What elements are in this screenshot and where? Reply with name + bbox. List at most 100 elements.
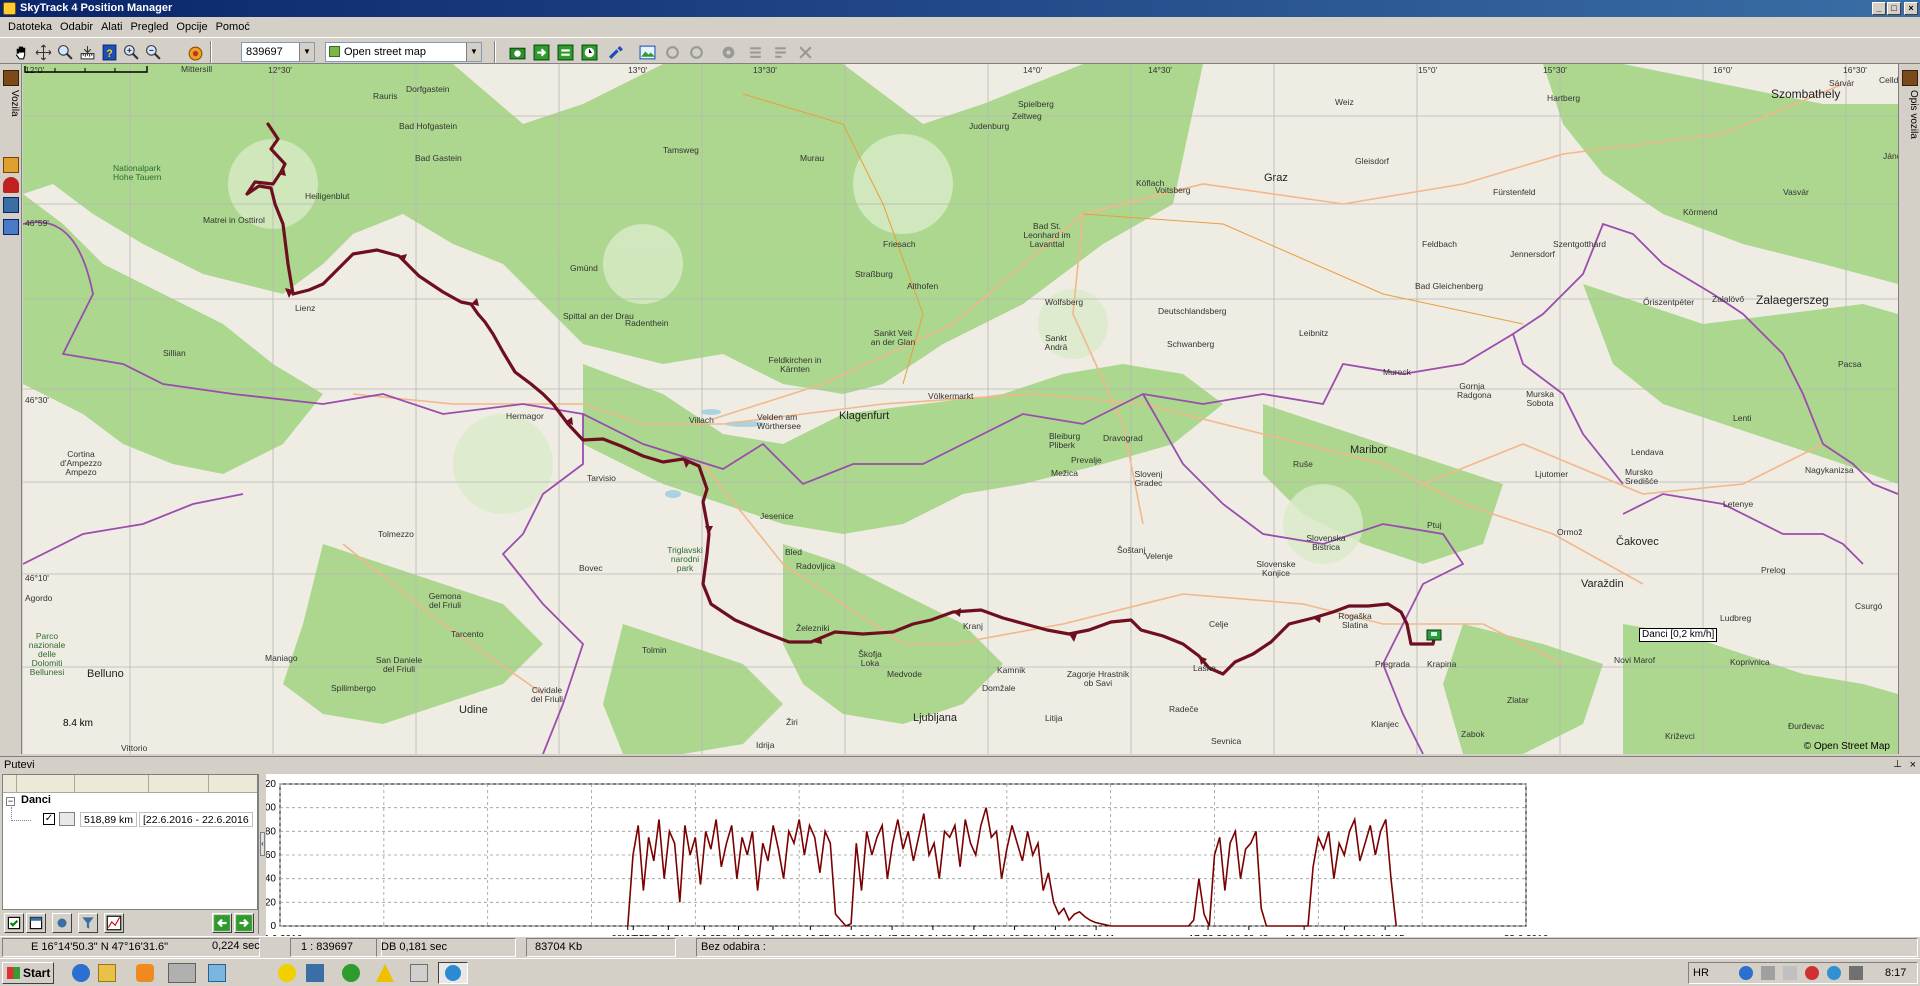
speed-chart[interactable]: 0204060801001206:41:556:48:157:28:518:10… (258, 774, 1920, 945)
collapse-icon[interactable]: − (6, 797, 15, 806)
tab-vehicles[interactable]: Vozila (2, 90, 20, 117)
package-icon[interactable] (3, 157, 19, 173)
chart-button[interactable] (104, 913, 124, 933)
place-label: Spielberg (1018, 99, 1054, 109)
map-source-combo[interactable]: Open street map ▼ (325, 42, 482, 62)
tray-icon-misc[interactable] (1849, 966, 1863, 980)
taskbar: Start HR 8:17 (0, 958, 1920, 986)
place-label: Radovljica (796, 561, 836, 571)
map-copyright: © Open Street Map (1803, 741, 1890, 752)
routes-tree: − Danci ✓ 518,89 km [22.6.2016 - 22.6.20… (2, 774, 258, 910)
language-indicator[interactable]: HR (1693, 963, 1709, 983)
disabled-tool-3[interactable] (718, 42, 738, 62)
app-icon-2[interactable] (306, 964, 324, 982)
tray-icon-security[interactable] (1805, 966, 1819, 980)
measure-tool[interactable] (77, 42, 97, 62)
vehicle-icon[interactable] (3, 70, 19, 86)
zoom-tool[interactable] (55, 42, 75, 62)
chart-icon (106, 915, 122, 931)
vehicle-label[interactable]: Danci [0,2 km/h] (1639, 628, 1718, 642)
route-checkbox[interactable]: ✓ (43, 813, 55, 825)
browser-icon[interactable] (72, 964, 90, 982)
refresh-button[interactable] (555, 42, 575, 62)
place-label: Feldkirchen in Kärnten (768, 355, 822, 374)
disabled-tool-4[interactable] (745, 42, 765, 62)
menu-odabir[interactable]: Odabir (56, 18, 97, 37)
tree-group-danci[interactable]: Danci (21, 794, 51, 806)
chevron-down-icon[interactable]: ▼ (466, 43, 481, 61)
go-forward-button[interactable] (531, 42, 551, 62)
route-distance[interactable]: 518,89 km (80, 812, 138, 827)
select-button[interactable] (26, 913, 46, 933)
panel-splitter[interactable]: ‹ (258, 774, 266, 934)
pin-icon[interactable]: ⊥ (1893, 757, 1902, 773)
disabled-tool-5[interactable] (770, 42, 790, 62)
desktop-icon[interactable] (208, 964, 226, 982)
rss-icon[interactable] (3, 219, 19, 235)
skytrack-task-icon[interactable] (168, 963, 196, 983)
check-all-button[interactable] (4, 913, 24, 933)
history-button[interactable] (579, 42, 599, 62)
tray-icon-usb[interactable] (1761, 966, 1775, 980)
description-icon[interactable] (1902, 70, 1918, 86)
app-icon-4[interactable] (410, 964, 428, 982)
start-button[interactable]: Start (2, 962, 54, 984)
status-mem: 83704 Kb (526, 938, 676, 957)
system-tray: HR 8:17 (1688, 962, 1918, 984)
checkbox-icon (7, 916, 21, 930)
tray-icon-network[interactable] (1739, 966, 1753, 980)
map-scale-bar (24, 66, 148, 73)
prev-button[interactable] (212, 913, 232, 933)
app-icon-3[interactable] (342, 964, 360, 982)
route-dates[interactable]: [22.6.2016 - 22.6.2016 (139, 812, 253, 827)
zoom-in-button[interactable] (121, 42, 141, 62)
close-button[interactable]: × (1904, 2, 1918, 15)
menu-opcije[interactable]: Opcije (172, 18, 211, 37)
clock[interactable]: 8:17 (1885, 963, 1906, 983)
tray-icon-update[interactable] (1827, 966, 1841, 980)
close-icon[interactable]: × (1910, 757, 1916, 773)
minimize-button[interactable]: _ (1872, 2, 1886, 15)
window-title: SkyTrack 4 Position Manager (20, 2, 173, 14)
next-button[interactable] (234, 913, 254, 933)
grid-label: 12°30' (268, 65, 292, 75)
info-tool[interactable]: ? (99, 42, 119, 62)
menu-pomoc[interactable]: Pomoć (212, 18, 254, 37)
move-tool[interactable] (33, 42, 53, 62)
app-icon-1[interactable] (278, 964, 296, 982)
vehicle-position-button[interactable] (507, 42, 527, 62)
tab-vehicle-description[interactable]: Opis vozila (1901, 90, 1919, 139)
place-label: Bleiburg Pliberk (1049, 431, 1081, 450)
magnifier-icon (57, 44, 73, 60)
maximize-button[interactable]: □ (1887, 2, 1901, 15)
menu-pregled[interactable]: Pregled (126, 18, 172, 37)
disabled-tool-1[interactable] (662, 42, 682, 62)
scale-combo[interactable]: 839697 ▼ (241, 42, 315, 62)
pin-icon[interactable] (3, 177, 19, 193)
export-image-button[interactable] (637, 42, 657, 62)
disabled-tool-2[interactable] (686, 42, 706, 62)
pan-hand-tool[interactable] (11, 42, 31, 62)
menu-alati[interactable]: Alati (97, 18, 126, 37)
zoom-out-button[interactable] (143, 42, 163, 62)
tree-buttons (2, 912, 258, 934)
chevron-down-icon[interactable]: ▼ (299, 43, 314, 61)
layers-icon[interactable] (3, 197, 19, 213)
active-task-button[interactable] (438, 962, 468, 984)
menu-datoteka[interactable]: Datoteka (4, 18, 56, 37)
place-label: Sillian (163, 348, 186, 358)
warning-icon[interactable] (376, 964, 394, 982)
tools-button[interactable] (606, 42, 626, 62)
disabled-tool-6[interactable] (795, 42, 815, 62)
place-label: Sankt Veit an der Glan (870, 328, 916, 347)
folder-icon[interactable] (98, 964, 116, 982)
status-time1: 0,224 sec (212, 940, 260, 952)
route-filter-button[interactable] (78, 913, 98, 933)
layers-button[interactable] (185, 42, 205, 62)
media-player-icon[interactable] (136, 964, 154, 982)
map-view[interactable]: 12°0' 12°30' 13°0' 13°30' 14°0' 14°30' 1… (23, 64, 1898, 754)
tray-icon-volume[interactable] (1783, 966, 1797, 980)
layers-icon (188, 46, 202, 60)
route-settings-button[interactable] (52, 913, 72, 933)
place-label: Šoštanj (1117, 545, 1146, 555)
